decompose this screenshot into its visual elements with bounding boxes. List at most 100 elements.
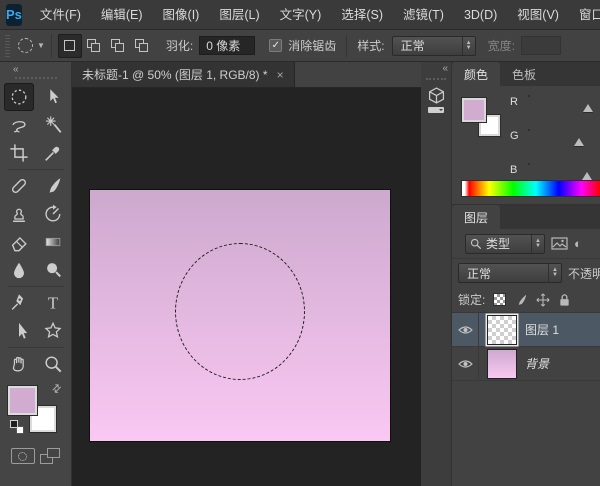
menu-item-5[interactable]: 选择(S) (331, 0, 393, 30)
tools-panel: « T ⇄ (0, 62, 72, 486)
green-slider-row: G (510, 130, 598, 152)
background-name[interactable]: 背景 (525, 355, 549, 372)
clone-stamp-tool[interactable] (4, 200, 34, 228)
lasso-tool[interactable] (4, 111, 34, 139)
pasteboard[interactable] (72, 88, 421, 486)
hand-tool[interactable] (4, 350, 34, 378)
panel-foreground-swatch[interactable] (462, 98, 486, 122)
3d-panel-dropdown-icon (428, 107, 444, 113)
screen-mode-button[interactable] (40, 448, 60, 464)
selection-marquee-ellipse (175, 243, 305, 380)
blue-slider-handle[interactable] (582, 172, 592, 180)
tab-swatches[interactable]: 色板 (500, 62, 548, 86)
color-swatches: ⇄ (8, 384, 64, 438)
red-slider-row: R (510, 96, 598, 118)
stepper-icon: ▲▼ (548, 264, 561, 282)
layer-row-background[interactable]: 背景 (452, 347, 600, 381)
style-select[interactable]: 正常 ▲▼ (392, 36, 476, 56)
add-to-selection-button[interactable] (82, 34, 106, 58)
green-slider-handle[interactable] (574, 138, 584, 146)
filter-by-image-icon[interactable] (551, 237, 568, 250)
3d-panel-button[interactable] (428, 87, 445, 113)
crop-tool[interactable] (4, 139, 34, 167)
eyedropper-tool[interactable] (38, 139, 68, 167)
tool-preset-picker[interactable]: ▼ (16, 34, 52, 58)
brush-tool[interactable] (38, 172, 68, 200)
eyedropper-icon (43, 143, 63, 163)
blend-mode-select[interactable]: 正常 ▲▼ (458, 263, 562, 283)
history-brush-tool[interactable] (38, 200, 68, 228)
pen-tool[interactable] (4, 289, 34, 317)
swap-colors-icon[interactable]: ⇄ (49, 381, 65, 397)
elliptical-marquee-tool[interactable] (4, 83, 34, 111)
lock-transparency-icon[interactable] (493, 293, 506, 306)
quick-mask-button[interactable] (11, 448, 35, 464)
dodge-tool[interactable] (38, 256, 68, 284)
layer1-thumbnail[interactable] (488, 316, 516, 344)
layer1-name[interactable]: 图层 1 (525, 321, 559, 338)
svg-text:T: T (48, 293, 58, 312)
red-slider-handle[interactable] (583, 104, 593, 112)
tools-grid: T (0, 83, 71, 378)
menu-item-6[interactable]: 滤镜(T) (393, 0, 454, 30)
intersect-selection-icon (135, 39, 148, 52)
document-tab[interactable]: 未标题-1 @ 50% (图层 1, RGB/8) * × (72, 62, 295, 87)
layer1-visibility-toggle[interactable] (452, 313, 479, 346)
blur-icon (9, 260, 29, 280)
zoom-tool[interactable] (38, 350, 68, 378)
options-bar-grip[interactable] (5, 35, 10, 57)
spot-healing-brush-tool[interactable] (4, 172, 34, 200)
move-tool[interactable] (38, 83, 68, 111)
tab-color[interactable]: 颜色 (452, 62, 500, 86)
close-tab-icon[interactable]: × (277, 68, 284, 82)
lock-position-icon[interactable] (536, 293, 550, 307)
lock-all-icon[interactable] (558, 293, 571, 307)
dock-expand-button[interactable]: « (421, 62, 451, 76)
tool-group-separator (4, 345, 68, 350)
color-spectrum-ramp[interactable] (462, 181, 600, 196)
foreground-color-swatch[interactable] (8, 386, 37, 415)
default-colors-icon[interactable] (10, 420, 24, 434)
crop-icon (9, 143, 29, 163)
lock-row: 锁定: (452, 287, 600, 313)
menu-item-2[interactable]: 图像(I) (153, 0, 210, 30)
menu-item-7[interactable]: 3D(D) (454, 0, 507, 30)
zoom-icon (43, 354, 63, 374)
background-visibility-toggle[interactable] (452, 347, 479, 380)
menu-item-9[interactable]: 窗口(W) (569, 0, 600, 30)
clone-stamp-icon (9, 204, 29, 224)
green-channel-label: G (510, 130, 525, 142)
layers-panel: 图层 类型 ▲▼ ◐ 正常 ▲▼ 不透明度: (452, 205, 600, 486)
elliptical-marquee-icon (18, 38, 33, 53)
menu-item-0[interactable]: 文件(F) (30, 0, 91, 30)
background-thumbnail[interactable] (488, 350, 516, 378)
type-icon: T (43, 293, 63, 313)
layer-filter-type-select[interactable]: 类型 ▲▼ (465, 234, 545, 254)
lock-paint-brush-icon[interactable] (514, 293, 528, 307)
tools-panel-collapse-button[interactable]: « (0, 62, 71, 77)
gradient-tool[interactable] (38, 228, 68, 256)
tab-layers[interactable]: 图层 (452, 205, 500, 229)
menu-item-8[interactable]: 视图(V) (507, 0, 569, 30)
dock-grip[interactable] (426, 78, 446, 81)
layer-row-layer1[interactable]: 图层 1 (452, 313, 600, 347)
magic-wand-tool[interactable] (38, 111, 68, 139)
menu-item-4[interactable]: 文字(Y) (270, 0, 332, 30)
subtract-from-selection-button[interactable] (106, 34, 130, 58)
eraser-tool[interactable] (4, 228, 34, 256)
type-tool[interactable]: T (38, 289, 68, 317)
filter-by-adjustment-icon[interactable]: ◐ (574, 237, 582, 250)
new-selection-button[interactable] (58, 34, 82, 58)
blur-tool[interactable] (4, 256, 34, 284)
menu-item-1[interactable]: 编辑(E) (91, 0, 153, 30)
canvas[interactable] (90, 190, 390, 441)
tool-group-separator (4, 167, 68, 172)
menu-item-3[interactable]: 图层(L) (209, 0, 269, 30)
antialias-checkbox[interactable]: ✓ (269, 39, 282, 52)
feather-input[interactable] (199, 36, 255, 55)
custom-shape-tool[interactable] (38, 317, 68, 345)
intersect-selection-button[interactable] (130, 34, 154, 58)
stepper-icon: ▲▼ (531, 235, 544, 253)
path-selection-tool[interactable] (4, 317, 34, 345)
eraser-icon (9, 232, 29, 252)
